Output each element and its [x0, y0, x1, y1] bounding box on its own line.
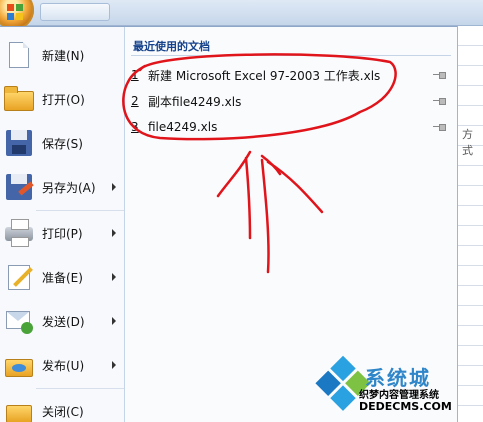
- pin-icon[interactable]: [433, 124, 446, 131]
- recent-document-name: file4249.xls: [148, 120, 218, 134]
- recent-document-index: 3: [131, 120, 139, 134]
- recent-document-index: 1: [131, 68, 139, 82]
- quick-access-toolbar[interactable]: [40, 3, 110, 21]
- menu-item-label: 另存为(A): [42, 180, 96, 195]
- submenu-arrow-icon: [112, 361, 116, 369]
- close-folder-icon: [3, 395, 35, 422]
- recent-documents-title: 最近使用的文档: [133, 40, 210, 53]
- pin-icon[interactable]: [433, 98, 446, 105]
- recent-document-item[interactable]: 2 副本file4249.xls: [131, 90, 451, 112]
- recent-title-divider: [131, 55, 451, 56]
- background-ribbon-group-label: 方式: [462, 128, 473, 157]
- recent-document-index: 2: [131, 94, 139, 108]
- prepare-document-icon: [3, 261, 35, 293]
- menu-item-print[interactable]: 打印(P): [0, 211, 124, 255]
- recent-document-item[interactable]: 3 file4249.xls: [131, 116, 451, 138]
- submenu-arrow-icon: [112, 229, 116, 237]
- menu-item-label: 保存(S): [42, 136, 83, 151]
- recent-document-name: 副本file4249.xls: [148, 94, 242, 109]
- menu-item-close[interactable]: 关闭(C): [0, 389, 124, 422]
- submenu-arrow-icon: [112, 317, 116, 325]
- menu-item-label: 准备(E): [42, 270, 83, 285]
- watermark-url: DEDECMS.COM: [359, 400, 452, 413]
- menu-item-save-as[interactable]: 另存为(A): [0, 165, 124, 209]
- new-document-icon: [3, 39, 35, 71]
- recent-document-item[interactable]: 1 新建 Microsoft Excel 97-2003 工作表.xls: [131, 64, 451, 86]
- pin-icon[interactable]: [433, 72, 446, 79]
- menu-item-send[interactable]: 发送(D): [0, 299, 124, 343]
- recent-document-name: 新建 Microsoft Excel 97-2003 工作表.xls: [148, 68, 381, 83]
- watermark-subtitle: 织梦内容管理系统: [359, 390, 439, 401]
- menu-item-label: 关闭(C): [42, 404, 84, 419]
- menu-item-label: 打开(O): [42, 92, 85, 107]
- submenu-arrow-icon: [112, 183, 116, 191]
- menu-item-label: 发布(U): [42, 358, 85, 373]
- menu-item-save[interactable]: 保存(S): [0, 121, 124, 165]
- menu-item-label: 打印(P): [42, 226, 83, 241]
- printer-icon: [3, 217, 35, 249]
- open-folder-icon: [3, 83, 35, 115]
- title-bar: [0, 0, 483, 30]
- menu-item-label: 发送(D): [42, 314, 85, 329]
- menu-item-prepare[interactable]: 准备(E): [0, 255, 124, 299]
- menu-item-label: 新建(N): [42, 48, 85, 63]
- menu-commands: 新建(N) 打开(O) 保存(S) 另存为(A) 打印(P) 准备(E) 发送(…: [0, 27, 124, 422]
- office-logo-icon: [7, 4, 23, 20]
- menu-item-new[interactable]: 新建(N): [0, 33, 124, 77]
- menu-item-publish[interactable]: 发布(U): [0, 343, 124, 387]
- watermark: 系统城 织梦内容管理系统 DEDECMS.COM: [315, 355, 483, 422]
- save-disk-icon: [3, 127, 35, 159]
- send-mail-icon: [3, 305, 35, 337]
- submenu-arrow-icon: [112, 273, 116, 281]
- save-as-icon: [3, 171, 35, 203]
- menu-item-open[interactable]: 打开(O): [0, 77, 124, 121]
- publish-icon: [3, 349, 35, 381]
